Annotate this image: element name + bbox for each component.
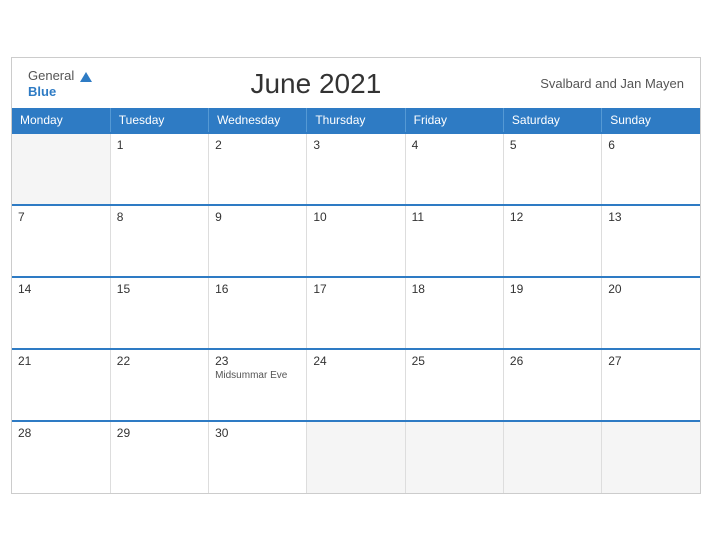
week-row-4: 28 29 30 [12, 421, 700, 493]
day-cell: 26 [503, 349, 601, 421]
day-number: 21 [18, 354, 31, 368]
week-row-3: 21 22 23 Midsummar Eve 24 25 26 27 [12, 349, 700, 421]
day-cell: 12 [503, 205, 601, 277]
weekday-tuesday: Tuesday [110, 108, 208, 133]
calendar-container: General Blue June 2021 Svalbard and Jan … [11, 57, 701, 494]
day-number: 30 [215, 426, 228, 440]
day-number: 27 [608, 354, 621, 368]
day-cell: 21 [12, 349, 110, 421]
weekday-thursday: Thursday [307, 108, 405, 133]
day-cell: 9 [209, 205, 307, 277]
day-cell: 7 [12, 205, 110, 277]
day-cell: 25 [405, 349, 503, 421]
day-cell: 5 [503, 133, 601, 205]
day-number: 12 [510, 210, 523, 224]
day-number: 22 [117, 354, 130, 368]
day-number: 24 [313, 354, 326, 368]
day-cell: 29 [110, 421, 208, 493]
day-number: 16 [215, 282, 228, 296]
day-number: 9 [215, 210, 222, 224]
calendar-header: General Blue June 2021 Svalbard and Jan … [12, 58, 700, 108]
day-number: 2 [215, 138, 222, 152]
day-cell: 20 [602, 277, 700, 349]
day-number: 15 [117, 282, 130, 296]
day-number: 17 [313, 282, 326, 296]
day-cell: 18 [405, 277, 503, 349]
day-number: 25 [412, 354, 425, 368]
weekday-sunday: Sunday [602, 108, 700, 133]
day-number: 19 [510, 282, 523, 296]
day-cell: 19 [503, 277, 601, 349]
day-cell: 30 [209, 421, 307, 493]
day-cell: 8 [110, 205, 208, 277]
day-number: 7 [18, 210, 25, 224]
day-number: 20 [608, 282, 621, 296]
weekday-monday: Monday [12, 108, 110, 133]
day-cell [307, 421, 405, 493]
logo-text: General [28, 68, 92, 84]
day-cell: 13 [602, 205, 700, 277]
day-number: 1 [117, 138, 124, 152]
day-cell [405, 421, 503, 493]
day-number: 29 [117, 426, 130, 440]
day-number: 6 [608, 138, 615, 152]
day-cell: 3 [307, 133, 405, 205]
day-cell: 15 [110, 277, 208, 349]
day-number: 23 [215, 354, 228, 368]
calendar-grid: Monday Tuesday Wednesday Thursday Friday… [12, 108, 700, 493]
day-cell: 14 [12, 277, 110, 349]
day-cell: 17 [307, 277, 405, 349]
weekday-saturday: Saturday [503, 108, 601, 133]
day-number: 26 [510, 354, 523, 368]
logo-triangle-icon [80, 72, 92, 82]
day-number: 5 [510, 138, 517, 152]
day-cell: 27 [602, 349, 700, 421]
week-row-1: 7 8 9 10 11 12 13 [12, 205, 700, 277]
day-number: 18 [412, 282, 425, 296]
day-number: 10 [313, 210, 326, 224]
day-number: 11 [412, 210, 424, 224]
weekday-friday: Friday [405, 108, 503, 133]
day-number: 3 [313, 138, 320, 152]
day-number: 28 [18, 426, 31, 440]
day-cell: 4 [405, 133, 503, 205]
day-cell: 22 [110, 349, 208, 421]
week-row-2: 14 15 16 17 18 19 20 [12, 277, 700, 349]
day-cell: 28 [12, 421, 110, 493]
day-cell [503, 421, 601, 493]
day-number: 14 [18, 282, 31, 296]
day-cell [602, 421, 700, 493]
day-cell: 24 [307, 349, 405, 421]
day-cell: 1 [110, 133, 208, 205]
day-cell: 6 [602, 133, 700, 205]
calendar-title: June 2021 [92, 68, 541, 100]
event-label: Midsummar Eve [215, 370, 300, 381]
week-row-0: 1 2 3 4 5 6 [12, 133, 700, 205]
day-cell: 23 Midsummar Eve [209, 349, 307, 421]
logo: General Blue [28, 68, 92, 99]
day-cell: 10 [307, 205, 405, 277]
day-cell: 2 [209, 133, 307, 205]
weekday-header-row: Monday Tuesday Wednesday Thursday Friday… [12, 108, 700, 133]
logo-general: General [28, 68, 74, 83]
day-cell [12, 133, 110, 205]
logo-blue: Blue [28, 84, 56, 99]
day-number: 4 [412, 138, 419, 152]
day-cell: 16 [209, 277, 307, 349]
day-number: 13 [608, 210, 621, 224]
day-number: 8 [117, 210, 124, 224]
day-cell: 11 [405, 205, 503, 277]
calendar-region: Svalbard and Jan Mayen [540, 76, 684, 91]
weekday-wednesday: Wednesday [209, 108, 307, 133]
